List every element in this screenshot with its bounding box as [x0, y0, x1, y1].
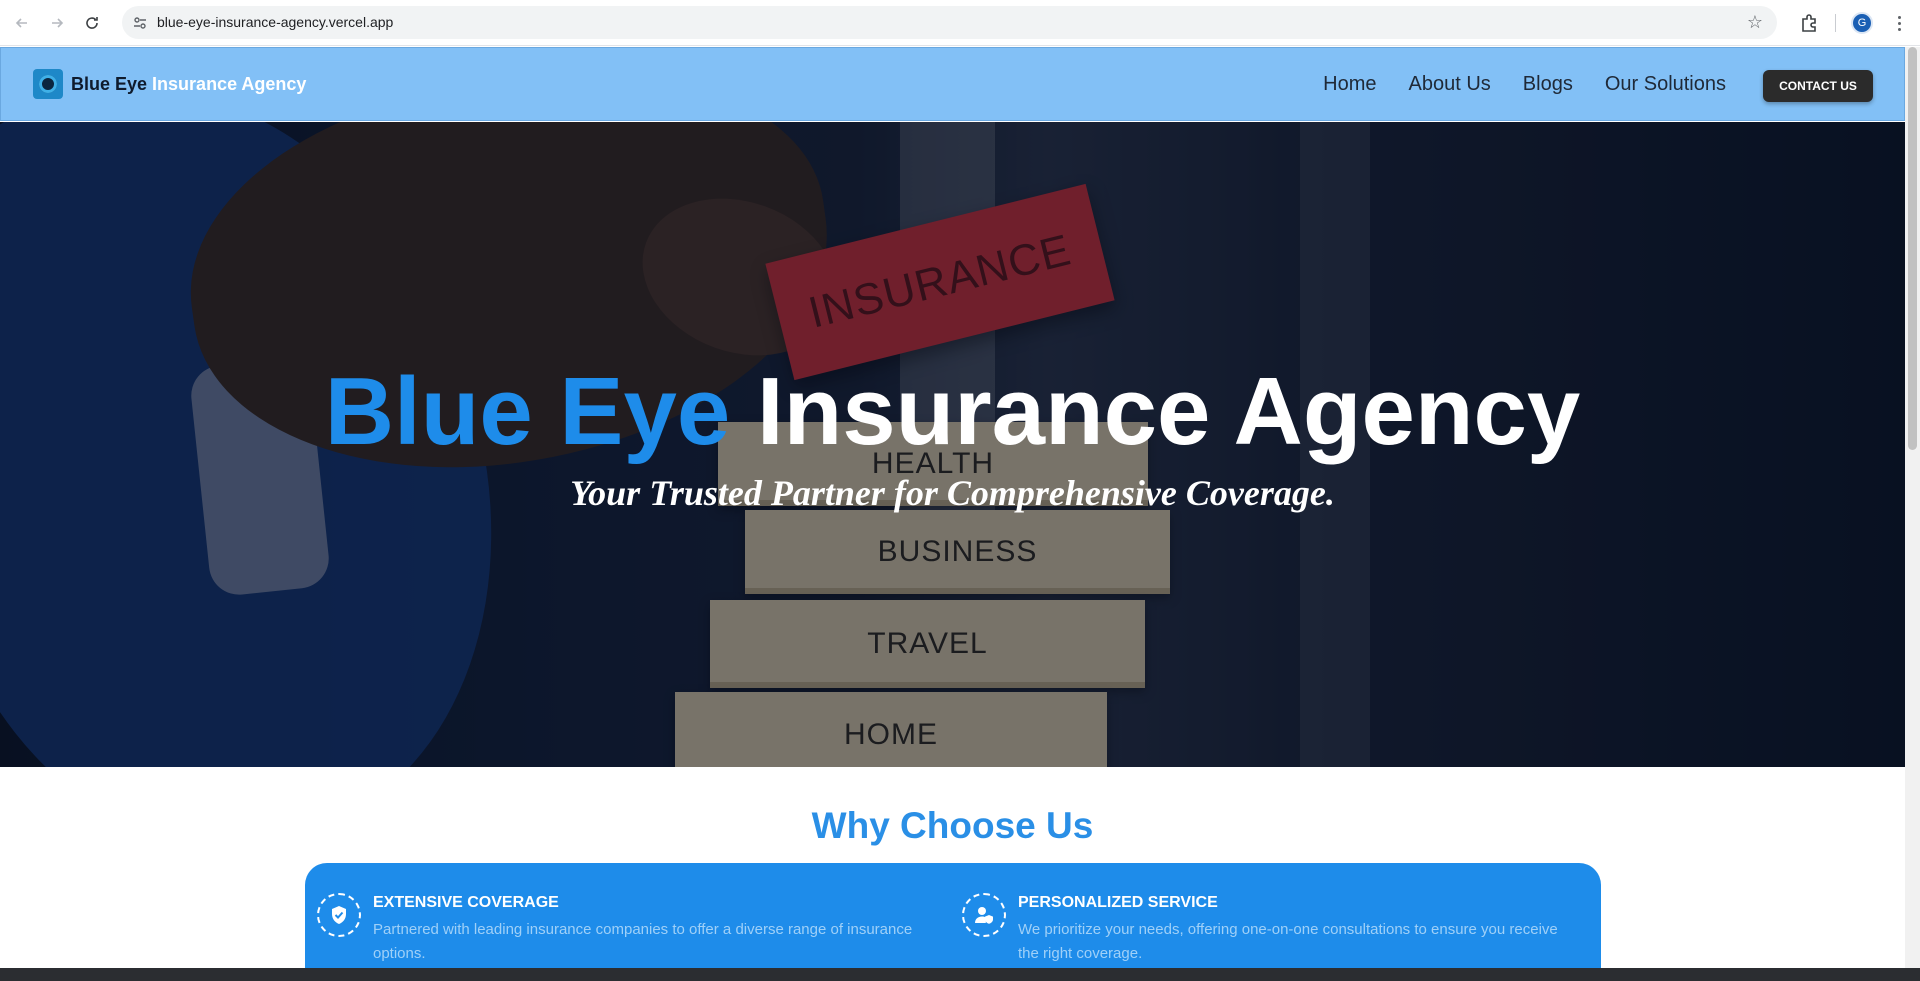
- nav-blogs[interactable]: Blogs: [1523, 73, 1573, 96]
- hero-section: INSURANCE HEALTH BUSINESS TRAVEL HOME Bl…: [0, 122, 1905, 767]
- bookmark-star-icon[interactable]: ☆: [1747, 13, 1763, 31]
- user-shield-icon: [962, 893, 1006, 937]
- page-scrollbar[interactable]: [1905, 47, 1920, 968]
- browser-menu-icon[interactable]: [1889, 11, 1909, 35]
- scrollbar-thumb[interactable]: [1908, 47, 1917, 450]
- feature-description: Partnered with leading insurance compani…: [373, 921, 913, 962]
- back-icon[interactable]: [10, 11, 34, 35]
- page-viewport: Blue Eye Insurance Agency Home About Us …: [0, 47, 1905, 968]
- address-bar[interactable]: blue-eye-insurance-agency.vercel.app ☆: [122, 6, 1777, 39]
- feature-title: EXTENSIVE COVERAGE: [373, 894, 559, 911]
- brand-name-blue-eye: Blue Eye: [71, 73, 148, 94]
- contact-us-button[interactable]: CONTACT US: [1763, 70, 1873, 102]
- feature-title: PERSONALIZED SERVICE: [1018, 894, 1218, 911]
- hero-title-insurance-agency: Insurance Agency: [730, 358, 1581, 465]
- browser-toolbar: blue-eye-insurance-agency.vercel.app ☆ G: [0, 0, 1920, 46]
- reload-icon[interactable]: [80, 11, 104, 35]
- extensions-icon[interactable]: [1797, 11, 1821, 35]
- hero-subtitle: Your Trusted Partner for Comprehensive C…: [570, 473, 1335, 513]
- brand-name: Blue Eye Insurance Agency: [71, 74, 306, 95]
- nav-about-us[interactable]: About Us: [1409, 73, 1491, 96]
- why-choose-us-panel: EXTENSIVE COVERAGE Partnered with leadin…: [305, 863, 1601, 968]
- main-nav: Home About Us Blogs Our Solutions: [1323, 73, 1726, 96]
- url-text: blue-eye-insurance-agency.vercel.app: [157, 14, 394, 30]
- hero-title-blue-eye: Blue Eye: [324, 358, 731, 465]
- os-taskbar: [0, 968, 1920, 981]
- why-choose-us-title: Why Choose Us: [811, 805, 1094, 846]
- nav-our-solutions[interactable]: Our Solutions: [1605, 73, 1726, 96]
- forward-icon[interactable]: [45, 11, 69, 35]
- brand-name-insurance-agency: Insurance Agency: [147, 73, 307, 94]
- feature-description: We prioritize your needs, offering one-o…: [1018, 921, 1558, 962]
- hero-title: Blue Eye Insurance Agency: [0, 357, 1905, 467]
- profile-avatar[interactable]: G: [1851, 12, 1873, 34]
- site-header: Blue Eye Insurance Agency Home About Us …: [0, 47, 1905, 121]
- shield-check-icon: [317, 893, 361, 937]
- eye-logo-icon: [33, 69, 63, 99]
- toolbar-divider: [1835, 14, 1836, 32]
- nav-home[interactable]: Home: [1323, 73, 1376, 96]
- brand-link[interactable]: Blue Eye Insurance Agency: [33, 69, 306, 99]
- site-settings-icon[interactable]: [132, 15, 148, 31]
